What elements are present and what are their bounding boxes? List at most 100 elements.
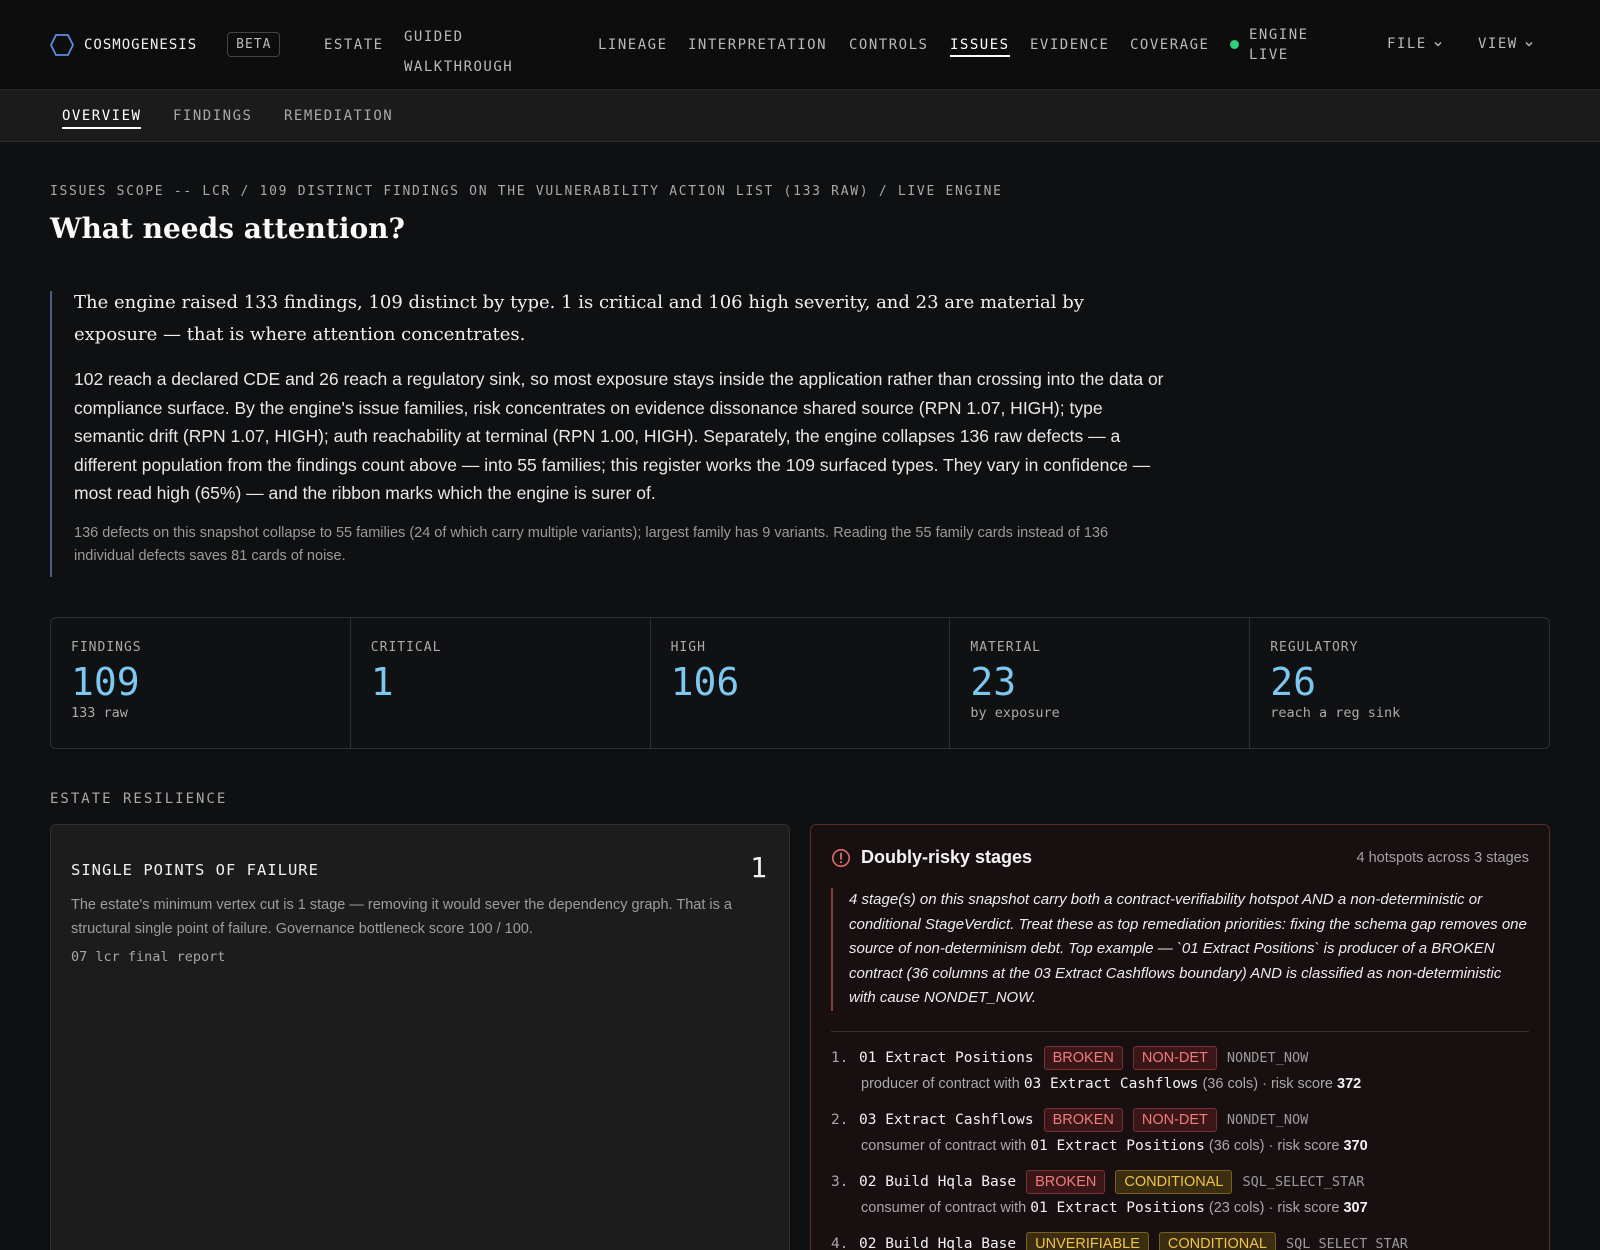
doubly-risky-stages-card: Doubly-risky stages 4 hotspots across 3 … — [810, 824, 1550, 1250]
spof-stage-link[interactable]: 07 lcr final report — [71, 949, 769, 965]
list-item[interactable]: 4. 02 Build Hqla Base UNVERIFIABLE CONDI… — [831, 1230, 1529, 1250]
spof-description: The estate's minimum vertex cut is 1 sta… — [71, 897, 732, 937]
list-item[interactable]: 3. 02 Build Hqla Base BROKEN CONDITIONAL… — [831, 1168, 1529, 1220]
nav-guided-line-2: WALKTHROUGH — [404, 59, 514, 75]
chevron-down-icon — [1434, 42, 1442, 47]
summary-lead: The engine raised 133 findings, 109 dist… — [74, 292, 1084, 345]
beta-badge: BETA — [227, 32, 281, 57]
stat-label: MATERIAL — [970, 640, 1042, 655]
summary-body: 102 reach a declared CDE and 26 reach a … — [74, 369, 1164, 503]
item-number: 2. — [831, 1111, 849, 1128]
stat-label: REGULATORY — [1270, 640, 1359, 655]
nav-lineage[interactable]: LINEAGE — [598, 37, 668, 53]
stage-name[interactable]: 02 Build Hqla Base — [859, 1236, 1016, 1250]
risk-score: 307 — [1343, 1199, 1368, 1216]
item-number: 1. — [831, 1049, 849, 1066]
cause-code: NONDET_NOW — [1226, 1111, 1309, 1128]
stat-value: 1 — [370, 660, 394, 704]
stat-regulatory[interactable]: REGULATORY 26 reach a reg sink — [1250, 618, 1549, 748]
view-menu[interactable]: VIEW — [1478, 36, 1534, 52]
contract-role: producer of contract with — [861, 1075, 1020, 1092]
engine-live-dot-icon — [1230, 40, 1239, 49]
file-menu[interactable]: FILE — [1387, 36, 1443, 52]
status-badge: CONDITIONAL — [1158, 1231, 1276, 1250]
status-badge: NON-DET — [1132, 1107, 1217, 1132]
nav-coverage[interactable]: COVERAGE — [1130, 37, 1209, 53]
top-nav-bar: COSMOGENESIS BETA ESTATE GUIDED WALKTHRO… — [0, 0, 1600, 90]
list-item[interactable]: 2. 03 Extract Cashflows BROKEN NON-DET N… — [831, 1106, 1529, 1158]
stat-label: CRITICAL — [370, 640, 442, 655]
risky-stage-list: 1. 01 Extract Positions BROKEN NON-DET N… — [831, 1044, 1529, 1250]
view-menu-label: VIEW — [1478, 36, 1518, 52]
nav-interpretation[interactable]: INTERPRETATION — [688, 37, 827, 53]
stat-critical[interactable]: CRITICAL 1 — [351, 618, 651, 748]
tab-overview[interactable]: OVERVIEW — [62, 108, 142, 129]
stage-name[interactable]: 03 Extract Cashflows — [859, 1112, 1034, 1128]
stat-value: 26 — [1270, 660, 1316, 704]
cause-code: SQL_SELECT_STAR — [1242, 1173, 1365, 1190]
nav-evidence[interactable]: EVIDENCE — [1030, 37, 1109, 53]
tab-remediation[interactable]: REMEDIATION — [284, 108, 393, 124]
risky-quote: 4 stage(s) on this snapshot carry both a… — [831, 888, 1529, 1011]
item-number: 3. — [831, 1173, 849, 1190]
brand-name: COSMOGENESIS — [84, 36, 198, 53]
single-points-of-failure-card: SINGLE POINTS OF FAILURE 1 The estate's … — [50, 824, 790, 1250]
item-detail: producer of contract with 03 Extract Cas… — [861, 1072, 1529, 1096]
nav-estate[interactable]: ESTATE — [324, 37, 384, 53]
stat-value: 109 — [71, 660, 140, 704]
status-badge: NON-DET — [1132, 1045, 1217, 1070]
chevron-down-icon — [1525, 42, 1533, 47]
peer-stage[interactable]: 01 Extract Positions — [1030, 1138, 1205, 1154]
nav-issues[interactable]: ISSUES — [950, 37, 1010, 57]
cols-text: (23 cols) · risk score — [1208, 1199, 1340, 1216]
stats-strip: FINDINGS 109 133 raw CRITICAL 1 HIGH 106… — [50, 617, 1550, 749]
spof-title: SINGLE POINTS OF FAILURE — [71, 861, 319, 879]
page-title: What needs attention? — [50, 212, 405, 245]
stat-label: HIGH — [670, 640, 706, 655]
stat-sub: 133 raw — [71, 705, 128, 721]
stat-sub: by exposure — [970, 705, 1060, 721]
cause-code: SQL_SELECT_STAR — [1285, 1235, 1408, 1250]
risky-header: Doubly-risky stages 4 hotspots across 3 … — [831, 847, 1529, 868]
cols-text: (36 cols) · risk score — [1202, 1075, 1333, 1092]
peer-stage[interactable]: 03 Extract Cashflows — [1024, 1076, 1199, 1092]
summary-callout: The engine raised 133 findings, 109 dist… — [50, 291, 1170, 577]
risky-title: Doubly-risky stages — [831, 847, 1032, 868]
file-menu-label: FILE — [1387, 36, 1427, 52]
stat-label: FINDINGS — [71, 640, 142, 655]
status-badge: UNVERIFIABLE — [1026, 1231, 1149, 1250]
stat-value: 23 — [970, 660, 1017, 704]
section-label-estate-resilience: ESTATE RESILIENCE — [50, 791, 228, 807]
sub-nav-bar: OVERVIEW FINDINGS REMEDIATION — [0, 90, 1600, 142]
item-number: 4. — [831, 1235, 849, 1250]
cols-text: (36 cols) · risk score — [1208, 1137, 1340, 1154]
contract-role: consumer of contract with — [861, 1199, 1027, 1216]
stage-name[interactable]: 01 Extract Positions — [859, 1050, 1034, 1066]
status-badge: BROKEN — [1026, 1169, 1106, 1194]
list-item[interactable]: 1. 01 Extract Positions BROKEN NON-DET N… — [831, 1044, 1529, 1096]
item-detail: consumer of contract with 01 Extract Pos… — [861, 1134, 1529, 1158]
nav-guided-walkthrough[interactable]: GUIDED WALKTHROUGH — [404, 22, 513, 82]
brand[interactable]: COSMOGENESIS — [50, 33, 198, 56]
divider — [831, 1030, 1529, 1032]
tab-findings[interactable]: FINDINGS — [173, 108, 252, 124]
peer-stage[interactable]: 01 Extract Positions — [1030, 1200, 1205, 1216]
nav-controls[interactable]: CONTROLS — [849, 37, 928, 53]
item-detail: consumer of contract with 01 Extract Pos… — [861, 1196, 1529, 1220]
stat-material[interactable]: MATERIAL 23 by exposure — [950, 618, 1251, 748]
summary-fine-print: 136 defects on this snapshot collapse to… — [74, 524, 1109, 564]
risk-score: 372 — [1337, 1075, 1362, 1092]
hexagon-logo-icon — [50, 33, 74, 56]
alert-circle-icon — [832, 848, 850, 867]
stat-sub: reach a reg sink — [1270, 705, 1401, 721]
stat-findings[interactable]: FINDINGS 109 133 raw — [51, 618, 351, 748]
status-badge: BROKEN — [1043, 1107, 1123, 1132]
status-badge: CONDITIONAL — [1115, 1169, 1233, 1194]
stage-name[interactable]: 02 Build Hqla Base — [859, 1174, 1016, 1190]
risky-title-text: Doubly-risky stages — [861, 847, 1033, 867]
engine-status-line-2: LIVE — [1249, 47, 1289, 63]
stat-high[interactable]: HIGH 106 — [651, 618, 951, 748]
engine-status-line-1: ENGINE — [1249, 27, 1309, 43]
issues-scope-label: ISSUES SCOPE -- LCR / 109 DISTINCT FINDI… — [50, 184, 1003, 199]
spof-count: 1 — [750, 851, 767, 884]
